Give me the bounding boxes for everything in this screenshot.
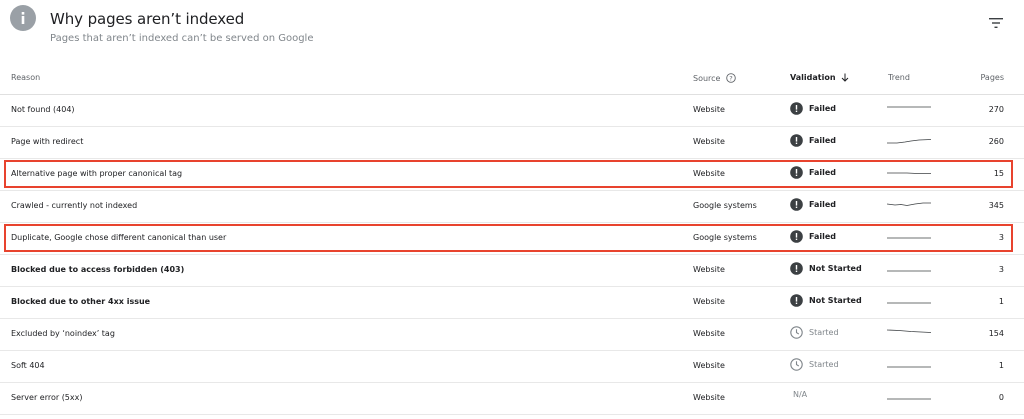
row-pages-count: 154 bbox=[988, 329, 1004, 338]
row-source: Google systems bbox=[693, 201, 757, 210]
row-reason: Not found (404) bbox=[11, 105, 75, 114]
filter-icon[interactable] bbox=[988, 16, 1004, 30]
validation-status-text: Not Started bbox=[809, 264, 862, 273]
row-validation: Not Started bbox=[790, 294, 862, 307]
column-header-source[interactable]: Source ? bbox=[693, 73, 737, 83]
row-pages-count: 0 bbox=[998, 393, 1004, 402]
row-pages-count: 345 bbox=[988, 201, 1004, 210]
table-header: Reason Source ? Validation Trend Pages bbox=[0, 62, 1024, 95]
trend-sparkline bbox=[887, 366, 931, 368]
alert-icon bbox=[790, 230, 803, 243]
table-row[interactable]: Server error (5xx) Website N/A 0 bbox=[0, 383, 1024, 415]
trend-sparkline bbox=[887, 106, 931, 108]
column-header-source-label: Source bbox=[693, 73, 721, 83]
validation-status-text: Failed bbox=[809, 232, 837, 241]
row-source: Website bbox=[693, 169, 725, 178]
reasons-table: Reason Source ? Validation Trend Pages N… bbox=[0, 62, 1024, 415]
row-validation: Started bbox=[790, 326, 839, 339]
table-row[interactable]: Crawled - currently not indexed Google sy… bbox=[0, 191, 1024, 223]
row-validation: Failed bbox=[790, 134, 836, 147]
row-reason: Blocked due to access forbidden (403) bbox=[11, 265, 185, 274]
row-reason: Server error (5xx) bbox=[11, 393, 83, 402]
trend-sparkline bbox=[887, 398, 931, 400]
row-reason: Alternative page with proper canonical t… bbox=[11, 169, 183, 178]
table-row[interactable]: Blocked due to access forbidden (403) Web… bbox=[0, 255, 1024, 287]
trend-sparkline bbox=[887, 139, 931, 144]
row-pages-count: 1 bbox=[998, 297, 1004, 306]
table-body: Not found (404) Website Failed 270 Page with… bbox=[0, 95, 1024, 415]
alert-icon bbox=[790, 134, 803, 147]
row-reason: Page with redirect bbox=[11, 137, 84, 146]
validation-status-text: Started bbox=[809, 328, 839, 337]
trend-sparkline bbox=[887, 270, 931, 272]
alert-icon bbox=[790, 198, 803, 211]
column-header-validation[interactable]: Validation bbox=[790, 73, 849, 82]
validation-status-text: Failed bbox=[809, 200, 837, 209]
row-reason: Blocked due to other 4xx issue bbox=[11, 297, 151, 306]
row-source: Website bbox=[693, 393, 725, 402]
alert-icon bbox=[790, 102, 803, 115]
trend-sparkline bbox=[887, 302, 931, 304]
info-icon bbox=[10, 5, 36, 31]
row-validation: Failed bbox=[790, 230, 836, 243]
clock-icon bbox=[790, 326, 803, 339]
row-reason: Soft 404 bbox=[11, 361, 45, 370]
column-header-validation-label: Validation bbox=[790, 73, 836, 82]
row-validation: N/A bbox=[790, 390, 807, 399]
table-row[interactable]: Duplicate, Google chose different canoni… bbox=[0, 223, 1024, 255]
row-reason: Duplicate, Google chose different canoni… bbox=[11, 233, 227, 242]
row-source: Website bbox=[693, 329, 725, 338]
row-pages-count: 270 bbox=[988, 105, 1004, 114]
row-pages-count: 15 bbox=[993, 169, 1004, 178]
table-row[interactable]: Excluded by ‘noindex’ tag Website Started 1… bbox=[0, 319, 1024, 351]
row-pages-count: 260 bbox=[988, 137, 1004, 146]
arrow-down-icon bbox=[841, 73, 848, 82]
report-header: Why pages aren’t indexed Pages that aren… bbox=[0, 0, 1024, 60]
svg-text:?: ? bbox=[730, 74, 733, 82]
row-source: Website bbox=[693, 265, 725, 274]
row-source: Website bbox=[693, 361, 725, 370]
validation-status-text: Not Started bbox=[809, 296, 862, 305]
table-row[interactable]: Blocked due to other 4xx issue Website Not… bbox=[0, 287, 1024, 319]
row-validation: Failed bbox=[790, 198, 836, 211]
column-header-pages[interactable]: Pages bbox=[980, 73, 1004, 82]
row-validation: Started bbox=[790, 358, 839, 371]
row-reason: Excluded by ‘noindex’ tag bbox=[11, 329, 115, 338]
trend-sparkline bbox=[887, 202, 931, 206]
alert-icon bbox=[790, 294, 803, 307]
validation-status-text: Failed bbox=[809, 168, 837, 177]
validation-status-text: N/A bbox=[793, 390, 808, 399]
trend-sparkline bbox=[887, 172, 931, 174]
row-source: Google systems bbox=[693, 233, 757, 242]
table-row[interactable]: Soft 404 Website Started 1 bbox=[0, 351, 1024, 383]
alert-icon bbox=[790, 166, 803, 179]
report-title: Why pages aren’t indexed bbox=[50, 10, 245, 28]
column-header-trend: Trend bbox=[888, 73, 910, 82]
trend-sparkline bbox=[887, 237, 931, 239]
validation-status-text: Started bbox=[809, 360, 839, 369]
row-pages-count: 1 bbox=[998, 361, 1004, 370]
row-source: Website bbox=[693, 105, 725, 114]
table-row[interactable]: Page with redirect Website Failed 260 bbox=[0, 127, 1024, 159]
row-source: Website bbox=[693, 297, 725, 306]
row-validation: Failed bbox=[790, 166, 836, 179]
table-row[interactable]: Not found (404) Website Failed 270 bbox=[0, 95, 1024, 127]
row-reason: Crawled - currently not indexed bbox=[11, 201, 138, 210]
column-header-reason[interactable]: Reason bbox=[11, 73, 40, 82]
trend-sparkline bbox=[887, 329, 931, 333]
row-pages-count: 3 bbox=[998, 265, 1004, 274]
row-validation: Not Started bbox=[790, 262, 862, 275]
row-validation: Failed bbox=[790, 102, 836, 115]
validation-status-text: Failed bbox=[809, 104, 837, 113]
validation-status-text: Failed bbox=[809, 136, 837, 145]
report-subtitle: Pages that aren’t indexed can’t be serve… bbox=[50, 33, 314, 44]
table-row[interactable]: Alternative page with proper canonical t… bbox=[0, 159, 1024, 191]
clock-icon bbox=[790, 358, 803, 371]
alert-icon bbox=[790, 262, 803, 275]
row-source: Website bbox=[693, 137, 725, 146]
row-pages-count: 3 bbox=[998, 233, 1004, 242]
help-icon[interactable]: ? bbox=[726, 73, 737, 83]
